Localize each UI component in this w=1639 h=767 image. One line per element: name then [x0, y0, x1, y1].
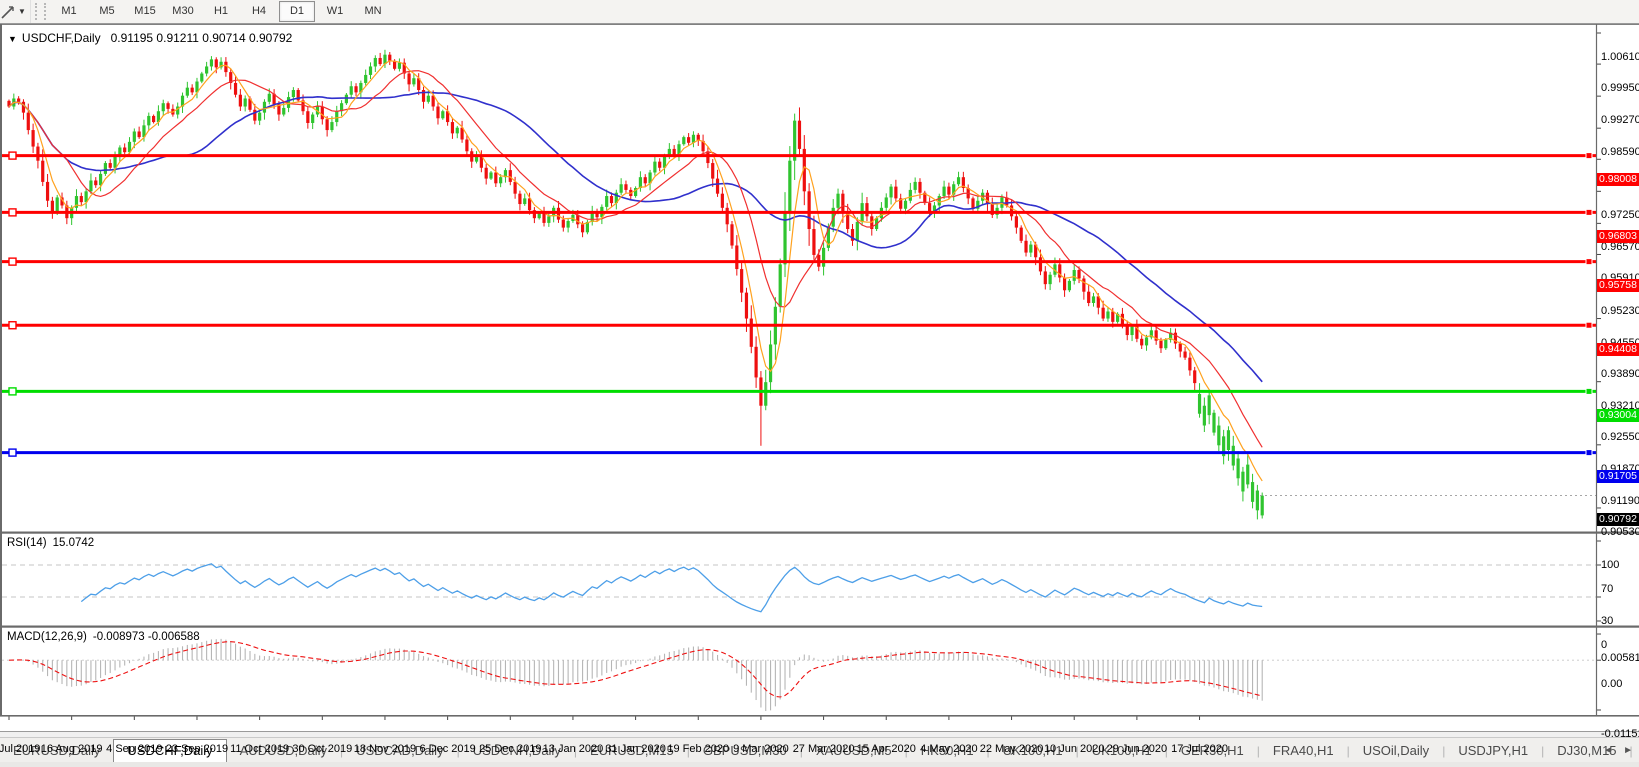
rsi-indicator-label: RSI(14) 15.0742: [7, 537, 94, 549]
symbol-dropdown-icon[interactable]: ▼: [8, 34, 17, 44]
date-axis-label: 17 Jul 2020: [1160, 743, 1240, 755]
level-price-badge: 0.98008: [1597, 173, 1639, 186]
price-axis-label: 0.95230: [1601, 305, 1639, 317]
chart-title: ▼ USDCHF,Daily 0.91195 0.91211 0.90714 0.9…: [8, 31, 292, 45]
price-axis-label: 1.00610: [1601, 51, 1639, 63]
macd-axis-label: 0.005818: [1601, 652, 1639, 664]
crosshair-tool-button[interactable]: ▼: [0, 0, 31, 23]
current-price-badge: 0.90792: [1597, 513, 1639, 526]
timeframe-button-D1[interactable]: D1: [279, 1, 315, 22]
ohlc-quote-values: 0.91195 0.91211 0.90714 0.90792: [111, 31, 293, 45]
timeframe-button-group: M1M5M15M30H1H4D1W1MN: [50, 1, 392, 22]
level-price-badge: 0.94408: [1597, 343, 1639, 356]
level-price-badge: 0.91705: [1597, 470, 1639, 483]
price-axis-label: 0.96570: [1601, 241, 1639, 253]
price-axis-label: 0.99950: [1601, 82, 1639, 94]
price-axis-label: 0.93890: [1601, 368, 1639, 380]
rsi-axis-label: 30: [1601, 615, 1639, 627]
tab-usdjpy-h1[interactable]: USDJPY,H1: [1445, 739, 1541, 762]
timeframe-button-M5[interactable]: M5: [89, 1, 125, 22]
tab-fra40-h1[interactable]: FRA40,H1: [1260, 739, 1347, 762]
timeframe-button-M30[interactable]: M30: [165, 1, 201, 22]
trading-terminal-window: { "icons": { "dropdown": "▼", "scroll_le…: [0, 0, 1639, 767]
macd-axis-label: 0.00: [1601, 678, 1639, 690]
rsi-axis-label: 70: [1601, 583, 1639, 595]
timeframe-button-M1[interactable]: M1: [51, 1, 87, 22]
chart-canvas[interactable]: [0, 24, 1639, 732]
rsi-axis-label: 0: [1601, 639, 1639, 651]
tab-china300-h4[interactable]: CHINA300,H4: [1633, 739, 1639, 762]
chart-symbol-timeframe: USDCHF,Daily: [22, 31, 101, 45]
price-axis-label: 0.90530: [1601, 526, 1639, 538]
top-toolbar: ▼ M1M5M15M30H1H4D1W1MN: [0, 0, 1639, 24]
tab-scroll-right-button[interactable]: ►: [1623, 745, 1633, 756]
macd-indicator-label: MACD(12,26,9) -0.008973 -0.006588: [7, 631, 200, 643]
price-axis-label: 0.98590: [1601, 146, 1639, 158]
timeframe-button-W1[interactable]: W1: [317, 1, 353, 22]
price-axis-label: 0.97250: [1601, 209, 1639, 221]
macd-values: -0.008973 -0.006588: [93, 631, 200, 643]
rsi-value: 15.0742: [53, 537, 95, 549]
level-price-badge: 0.95758: [1597, 279, 1639, 292]
toolbar-grip[interactable]: [35, 3, 46, 20]
level-price-badge: 0.93004: [1597, 409, 1639, 422]
tool-dropdown-icon[interactable]: ▼: [18, 7, 26, 16]
timeframe-button-M15[interactable]: M15: [127, 1, 163, 22]
crosshair-icon: [0, 4, 16, 20]
level-price-badge: 0.96803: [1597, 230, 1639, 243]
tab-scroll-left-button[interactable]: ◄: [1603, 745, 1613, 756]
rsi-axis-label: 100: [1601, 559, 1639, 571]
rsi-name: RSI(14): [7, 537, 47, 549]
timeframe-button-H1[interactable]: H1: [203, 1, 239, 22]
timeframe-button-H4[interactable]: H4: [241, 1, 277, 22]
macd-axis-label: -0.011514: [1601, 728, 1639, 740]
price-axis-label: 0.99270: [1601, 114, 1639, 126]
timeframe-button-MN[interactable]: MN: [355, 1, 391, 22]
price-axis-label: 0.92550: [1601, 431, 1639, 443]
window-bottom-edge: [0, 762, 1639, 767]
tab-usoil-daily[interactable]: USOil,Daily: [1350, 739, 1442, 762]
price-axis-label: 0.91190: [1601, 495, 1639, 507]
chart-window: ▼ USDCHF,Daily 0.91195 0.91211 0.90714 0.9…: [0, 24, 1639, 732]
macd-name: MACD(12,26,9): [7, 631, 87, 643]
